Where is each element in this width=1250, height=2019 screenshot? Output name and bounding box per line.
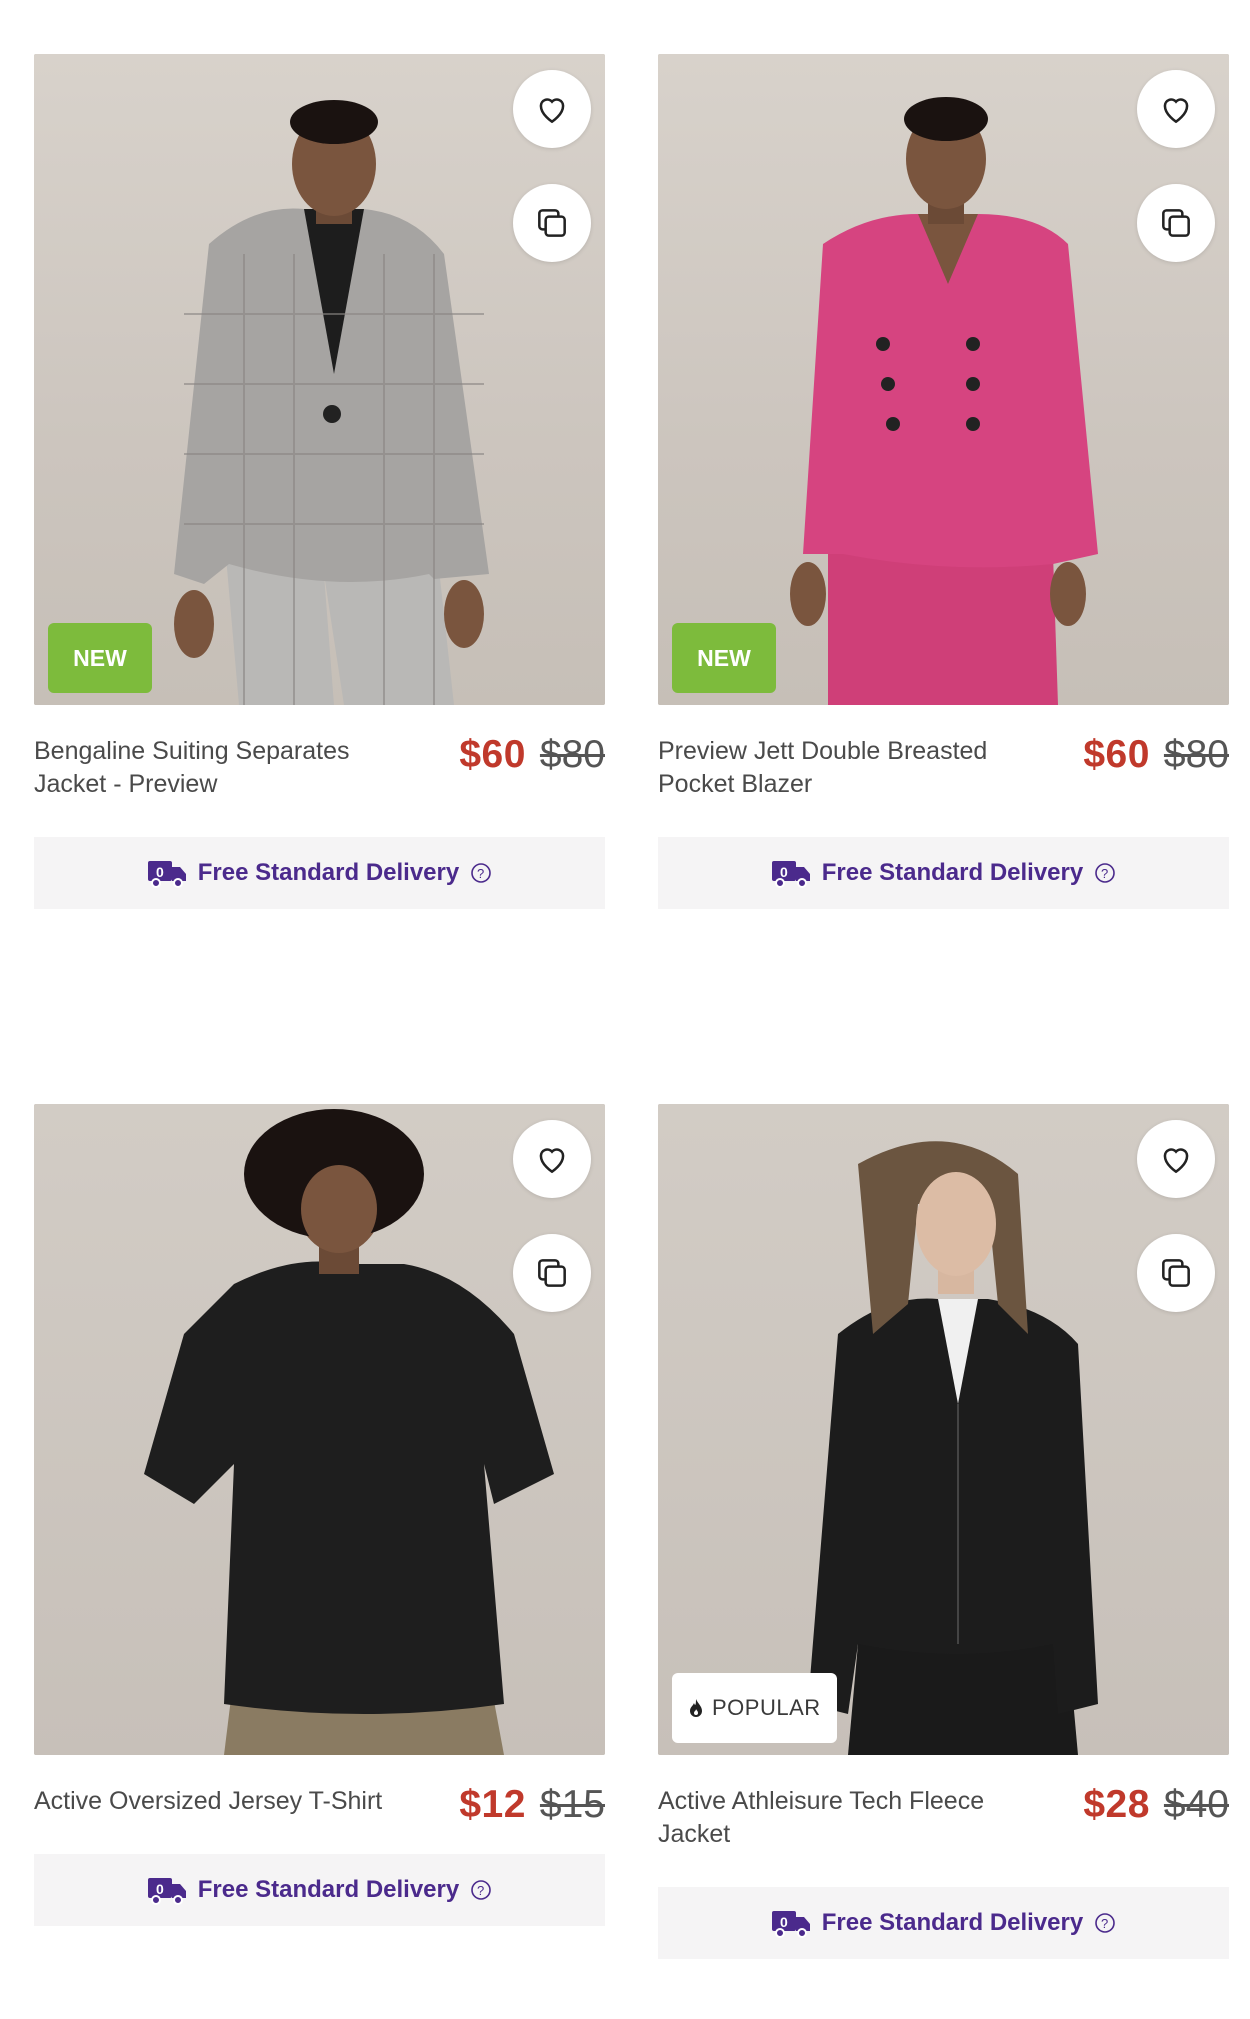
- original-price: $80: [539, 733, 605, 776]
- delivery-label: Free Standard Delivery: [821, 859, 1084, 886]
- product-image[interactable]: POPULAR: [658, 1104, 1229, 1755]
- new-badge: NEW: [672, 623, 776, 693]
- heart-icon: [539, 98, 565, 124]
- flame-icon: [690, 1699, 702, 1717]
- help-circle-icon[interactable]: ?: [469, 861, 493, 885]
- delivery-label: Free Standard Delivery: [821, 1909, 1084, 1936]
- copy-icon: [1162, 209, 1190, 237]
- product-card[interactable]: NEW Preview Jett Double Breasted Pocket …: [658, 54, 1229, 909]
- sale-price: $60: [1083, 733, 1150, 776]
- svg-text:0: 0: [780, 864, 788, 880]
- copy-icon: [1162, 1259, 1190, 1287]
- model-photo: [144, 1109, 554, 1755]
- product-title[interactable]: Active Oversized Jersey T-Shirt: [34, 1785, 434, 1818]
- product-title[interactable]: Preview Jett Double Breasted Pocket Blaz…: [658, 735, 1028, 801]
- svg-text:0: 0: [156, 1881, 164, 1897]
- help-circle-icon[interactable]: ?: [1093, 861, 1117, 885]
- help-circle-icon[interactable]: ?: [1093, 1911, 1117, 1935]
- free-delivery-banner[interactable]: 0 Free Standard Delivery ?: [658, 837, 1229, 909]
- product-card[interactable]: NEW Bengaline Suiting Separates Jacket -…: [34, 54, 605, 909]
- svg-text:?: ?: [1101, 1916, 1108, 1931]
- svg-text:0: 0: [780, 1914, 788, 1930]
- free-delivery-banner[interactable]: 0 Free Standard Delivery ?: [658, 1887, 1229, 1959]
- compare-button[interactable]: [513, 184, 591, 262]
- sale-price: $60: [459, 733, 526, 776]
- wishlist-heart-button[interactable]: [513, 70, 591, 148]
- sale-price: $28: [1083, 1783, 1150, 1826]
- original-price: $80: [1163, 733, 1229, 776]
- heart-icon: [1163, 1148, 1189, 1174]
- svg-text:?: ?: [477, 1883, 484, 1898]
- free-delivery-banner[interactable]: 0 Free Standard Delivery ?: [34, 837, 605, 909]
- price-group: $12 $15: [459, 1783, 605, 1827]
- wishlist-heart-button[interactable]: [1137, 1120, 1215, 1198]
- wishlist-heart-button[interactable]: [513, 1120, 591, 1198]
- delivery-truck-icon: 0: [770, 1907, 812, 1939]
- svg-text:0: 0: [156, 864, 164, 880]
- price-group: $28 $40: [1083, 1783, 1229, 1827]
- delivery-label: Free Standard Delivery: [197, 1876, 460, 1903]
- svg-text:?: ?: [477, 866, 484, 881]
- price-group: $60 $80: [1083, 733, 1229, 777]
- product-image[interactable]: [34, 1104, 605, 1755]
- popular-badge: POPULAR: [672, 1673, 837, 1743]
- original-price: $40: [1163, 1783, 1229, 1826]
- free-delivery-banner[interactable]: 0 Free Standard Delivery ?: [34, 1854, 605, 1926]
- delivery-truck-icon: 0: [146, 1874, 188, 1906]
- copy-icon: [538, 209, 566, 237]
- compare-button[interactable]: [1137, 1234, 1215, 1312]
- svg-text:?: ?: [1101, 866, 1108, 881]
- price-group: $60 $80: [459, 733, 605, 777]
- new-badge: NEW: [48, 623, 152, 693]
- compare-button[interactable]: [1137, 184, 1215, 262]
- model-photo: [790, 97, 1098, 705]
- heart-icon: [1163, 98, 1189, 124]
- sale-price: $12: [459, 1783, 526, 1826]
- product-card[interactable]: POPULAR Active Athleisure Tech Fleece Ja…: [658, 1104, 1229, 1959]
- compare-button[interactable]: [513, 1234, 591, 1312]
- delivery-truck-icon: 0: [146, 857, 188, 889]
- product-image[interactable]: NEW: [34, 54, 605, 705]
- wishlist-heart-button[interactable]: [1137, 70, 1215, 148]
- copy-icon: [538, 1259, 566, 1287]
- product-title[interactable]: Active Athleisure Tech Fleece Jacket: [658, 1785, 1028, 1851]
- product-image[interactable]: NEW: [658, 54, 1229, 705]
- delivery-truck-icon: 0: [770, 857, 812, 889]
- help-circle-icon[interactable]: ?: [469, 1878, 493, 1902]
- original-price: $15: [539, 1783, 605, 1826]
- popular-label: POPULAR: [712, 1695, 821, 1720]
- model-photo: [808, 1141, 1098, 1755]
- heart-icon: [539, 1148, 565, 1174]
- model-photo: [174, 100, 489, 705]
- product-title[interactable]: Bengaline Suiting Separates Jacket - Pre…: [34, 735, 404, 801]
- product-card[interactable]: Active Oversized Jersey T-Shirt $12 $15 …: [34, 1104, 605, 1926]
- delivery-label: Free Standard Delivery: [197, 859, 460, 886]
